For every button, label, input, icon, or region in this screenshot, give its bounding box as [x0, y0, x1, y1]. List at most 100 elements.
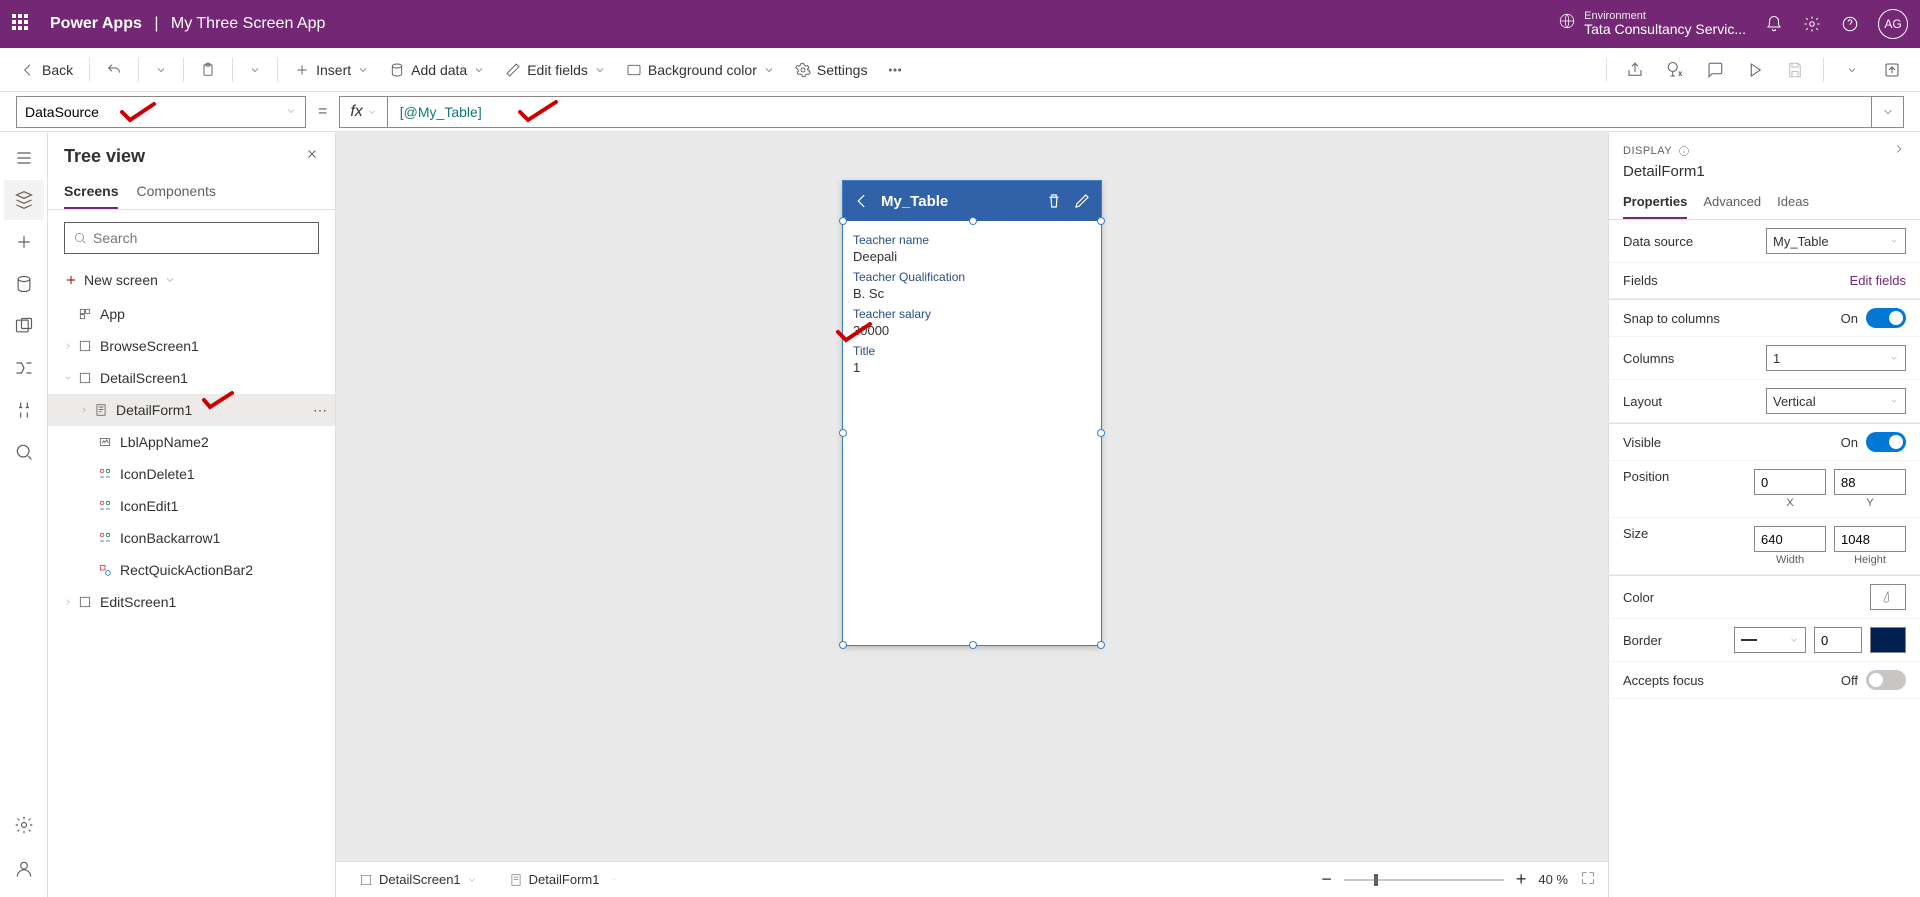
save-icon[interactable]	[1779, 54, 1811, 86]
tab-screens[interactable]: Screens	[64, 175, 118, 209]
app-title-bar: My_Table	[843, 181, 1101, 221]
pos-y-input[interactable]	[1834, 469, 1906, 495]
environment-picker[interactable]: Environment Tata Consultancy Servic...	[1558, 10, 1746, 37]
more-button[interactable]	[879, 58, 911, 82]
app-header: Power Apps | My Three Screen App Environ…	[0, 0, 1920, 48]
rail-tools-icon[interactable]	[4, 390, 44, 430]
formula-input[interactable]: [@My_Table]	[387, 96, 1872, 128]
edit-fields-button[interactable]: Edit fields	[497, 58, 614, 82]
rail-virtual-agent-icon[interactable]	[4, 849, 44, 889]
tree-node-icondelete[interactable]: IconDelete1	[48, 458, 335, 490]
notifications-icon[interactable]	[1764, 14, 1784, 34]
tree-node-rect[interactable]: RectQuickActionBar2	[48, 554, 335, 586]
preview-icon[interactable]	[1739, 54, 1771, 86]
edit-fields-link[interactable]: Edit fields	[1850, 273, 1906, 288]
tree-node-iconback[interactable]: IconBackarrow1	[48, 522, 335, 554]
waffle-icon[interactable]	[12, 14, 32, 34]
accepts-focus-toggle[interactable]	[1866, 670, 1906, 690]
environment-icon	[1558, 12, 1576, 35]
tree-node-edit[interactable]: EditScreen1	[48, 586, 335, 618]
share-icon[interactable]	[1619, 54, 1651, 86]
width-input[interactable]	[1754, 526, 1826, 552]
snap-toggle[interactable]	[1866, 308, 1906, 328]
rail-search-icon[interactable]	[4, 432, 44, 472]
zoom-out[interactable]: −	[1321, 869, 1332, 890]
command-bar: Back Insert Add data Edit fields Backgro…	[0, 48, 1920, 92]
avatar[interactable]: AG	[1878, 9, 1908, 39]
back-button[interactable]: Back	[12, 58, 81, 82]
back-arrow-icon[interactable]	[853, 192, 871, 210]
properties-panel: DISPLAY DetailForm1 Properties Advanced …	[1608, 132, 1920, 897]
rail-tree-icon[interactable]	[4, 180, 44, 220]
rail-media-icon[interactable]	[4, 306, 44, 346]
paste-button[interactable]	[192, 58, 224, 82]
visible-toggle[interactable]	[1866, 432, 1906, 452]
undo-button[interactable]	[98, 58, 130, 82]
tree-node-detail[interactable]: DetailScreen1	[48, 362, 335, 394]
fx-label[interactable]: fx	[339, 96, 386, 128]
height-input[interactable]	[1834, 526, 1906, 552]
breadcrumb-screen[interactable]: DetailScreen1	[348, 869, 488, 890]
rail-settings-icon[interactable]	[4, 805, 44, 845]
phone-preview[interactable]: My_Table Teacher name Deepali Teacher Qu…	[842, 180, 1102, 646]
settings-button[interactable]: Settings	[787, 58, 876, 82]
tab-components[interactable]: Components	[136, 175, 215, 209]
tree-search[interactable]	[64, 222, 319, 254]
publish-menu[interactable]	[1836, 54, 1868, 86]
tree-node-iconedit[interactable]: IconEdit1	[48, 490, 335, 522]
rail-insert-icon[interactable]	[4, 222, 44, 262]
rail-hamburger[interactable]	[4, 138, 44, 178]
props-collapse-icon[interactable]	[1892, 142, 1906, 159]
formula-bar: DataSource = fx [@My_Table]	[0, 92, 1920, 132]
delete-icon[interactable]	[1045, 192, 1063, 210]
new-screen-button[interactable]: New screen	[48, 266, 335, 294]
bg-color-button[interactable]: Background color	[618, 58, 783, 82]
props-tab-advanced[interactable]: Advanced	[1703, 194, 1761, 219]
edit-icon[interactable]	[1073, 192, 1091, 210]
property-dropdown[interactable]: DataSource	[16, 96, 306, 128]
props-tab-properties[interactable]: Properties	[1623, 194, 1687, 219]
insert-button[interactable]: Insert	[286, 58, 377, 82]
rail-flow-icon[interactable]	[4, 348, 44, 388]
comments-icon[interactable]	[1699, 54, 1731, 86]
data-source-select[interactable]: My_Table	[1766, 228, 1906, 254]
tree-node-more[interactable]: ⋯	[313, 402, 327, 419]
app-name: My Three Screen App	[171, 15, 325, 33]
zoom-in[interactable]: +	[1516, 869, 1527, 890]
settings-icon[interactable]	[1802, 14, 1822, 34]
left-rail	[0, 132, 48, 897]
product-name: Power Apps	[50, 15, 142, 33]
rail-data-icon[interactable]	[4, 264, 44, 304]
zoom-slider[interactable]	[1344, 879, 1504, 881]
status-bar: DetailScreen1 DetailForm1 − + 40 %	[336, 861, 1608, 897]
tree-view-panel: Tree view Screens Components New screen …	[48, 132, 336, 897]
border-style-select[interactable]	[1734, 627, 1806, 653]
tree-search-input[interactable]	[93, 230, 310, 246]
tree-node-detailform[interactable]: DetailForm1⋯	[48, 394, 335, 426]
tree-node-lbl[interactable]: LblAppName2	[48, 426, 335, 458]
equals-sign: =	[318, 103, 327, 121]
checker-icon[interactable]	[1659, 54, 1691, 86]
props-tab-ideas[interactable]: Ideas	[1777, 194, 1809, 219]
border-color[interactable]	[1870, 627, 1906, 653]
add-data-button[interactable]: Add data	[381, 58, 493, 82]
tree-node-app[interactable]: App	[48, 298, 335, 330]
border-width-input[interactable]	[1814, 627, 1862, 653]
fit-icon[interactable]	[1580, 870, 1596, 889]
color-picker[interactable]	[1870, 584, 1906, 610]
breadcrumb-form[interactable]: DetailForm1	[498, 869, 611, 890]
paste-menu[interactable]	[241, 60, 269, 80]
columns-select[interactable]: 1	[1766, 345, 1906, 371]
layout-select[interactable]: Vertical	[1766, 388, 1906, 414]
selected-name: DetailForm1	[1623, 163, 1906, 180]
zoom-value: 40 %	[1538, 872, 1568, 887]
formula-expand[interactable]	[1872, 96, 1904, 128]
help-icon[interactable]	[1840, 14, 1860, 34]
tree-close-icon[interactable]	[305, 147, 319, 166]
pos-x-input[interactable]	[1754, 469, 1826, 495]
canvas-area[interactable]: My_Table Teacher name Deepali Teacher Qu…	[336, 132, 1608, 897]
undo-menu[interactable]	[147, 60, 175, 80]
detail-form[interactable]: Teacher name Deepali Teacher Qualificati…	[843, 221, 1101, 381]
publish-icon[interactable]	[1876, 54, 1908, 86]
tree-node-browse[interactable]: BrowseScreen1	[48, 330, 335, 362]
